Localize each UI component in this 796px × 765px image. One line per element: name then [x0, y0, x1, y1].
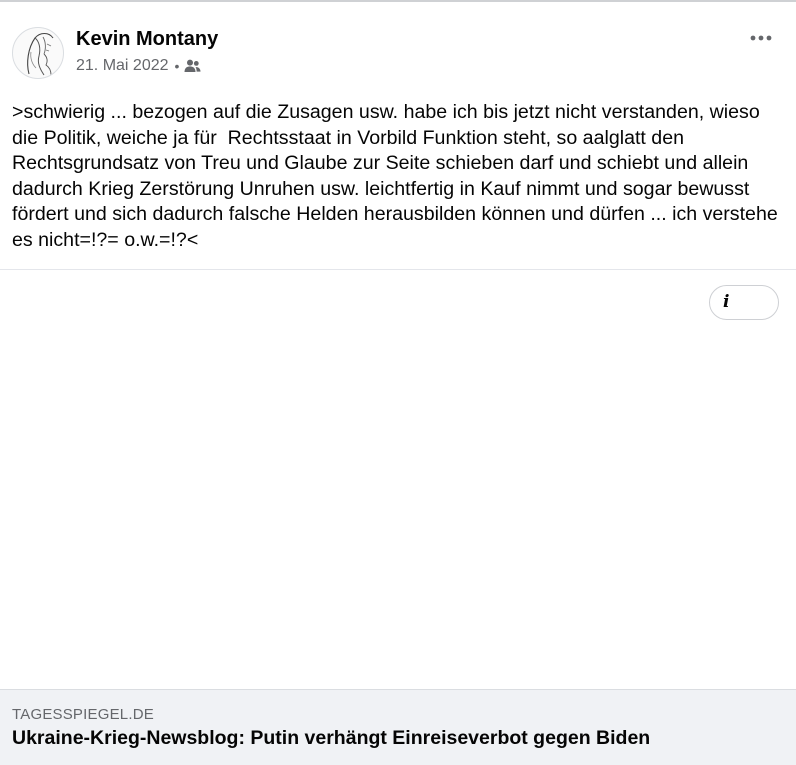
avatar-sketch-icon [27, 32, 54, 76]
post-meta: 21. Mai 2022 • [76, 56, 201, 76]
link-title[interactable]: Ukraine-Krieg-Newsblog: Putin verhängt E… [12, 726, 650, 750]
link-preview-card[interactable]: TAGESSPIEGEL.DE Ukraine-Krieg-Newsblog: … [0, 689, 796, 765]
more-options-button[interactable] [744, 26, 778, 50]
ellipsis-icon [750, 35, 772, 41]
meta-separator: • [174, 58, 180, 74]
top-border [0, 0, 796, 2]
info-button[interactable]: i [709, 285, 779, 320]
content-divider [0, 269, 796, 270]
link-domain: TAGESSPIEGEL.DE [12, 706, 154, 723]
info-icon: i [723, 292, 730, 312]
friends-icon[interactable] [184, 59, 201, 73]
author-name[interactable]: Kevin Montany [76, 27, 218, 51]
post-date[interactable]: 21. Mai 2022 [76, 57, 169, 75]
post-text: >schwierig ... bezogen auf die Zusagen u… [12, 101, 784, 251]
avatar[interactable] [12, 27, 64, 79]
